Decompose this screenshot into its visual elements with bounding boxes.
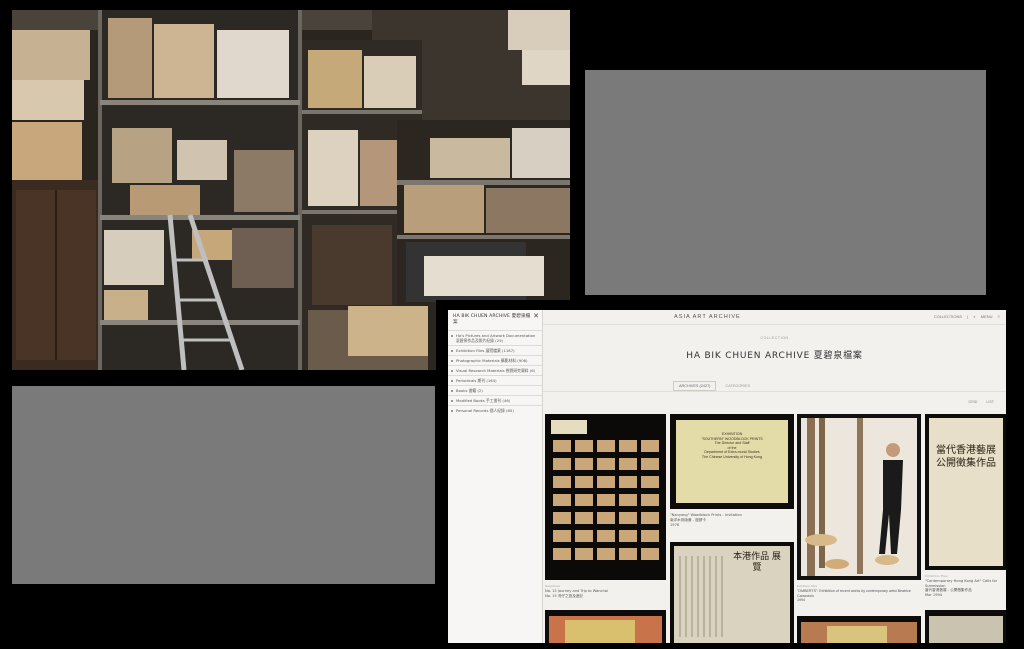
nav-collections[interactable]: COLLECTIONS <box>934 314 962 319</box>
search-icon[interactable]: ⌕ <box>973 314 975 319</box>
archive-tabs: ARCHIVES (2427) CATEGORIES <box>673 381 758 391</box>
item-caption[interactable]: Exhibition Files "OMBERTS": Exhibition o… <box>797 584 921 603</box>
item-thumbnail-colored[interactable] <box>797 616 921 643</box>
nav-menu[interactable]: MENU <box>981 314 993 319</box>
item-caption[interactable]: "Nanyang" Woodblock Prints - Invitation … <box>670 513 794 527</box>
main-content: ASIA ART ARCHIVE COLLECTIONS | ⌕ MENU ≡ … <box>543 310 1006 643</box>
top-nav: COLLECTIONS | ⌕ MENU ≡ <box>930 314 1000 319</box>
invitation-text: EXHIBITION "SOUTHERN" WOODBLOCK PRINTS T… <box>701 432 763 459</box>
item-thumbnail-colored[interactable] <box>545 610 666 643</box>
sidebar-category-list: Ha's Pictures and Artwork Documentation … <box>448 330 542 415</box>
menu-icon[interactable]: ≡ <box>998 314 1000 319</box>
archive-website-page: HA BIK CHUEN ARCHIVE 夏碧泉檔案 ✕ Ha's Pictur… <box>448 310 1006 643</box>
view-grid[interactable]: GRID <box>968 400 977 404</box>
collection-sidebar: HA BIK CHUEN ARCHIVE 夏碧泉檔案 ✕ Ha's Pictur… <box>448 310 543 643</box>
top-bar: ASIA ART ARCHIVE COLLECTIONS | ⌕ MENU ≡ <box>543 310 1006 325</box>
nav-divider: | <box>967 314 969 319</box>
sidebar-item[interactable]: Exhibition Files 展覽檔案 (1187) <box>448 345 542 355</box>
view-list[interactable]: LIST <box>986 400 994 404</box>
archive-website-screenshot: HA BIK CHUEN ARCHIVE 夏碧泉檔案 ✕ Ha's Pictur… <box>436 300 1014 643</box>
page-title: HA BIK CHUEN ARCHIVE 夏碧泉檔案 <box>686 351 863 361</box>
item-thumbnail-contact-sheet[interactable] <box>545 414 666 580</box>
view-options: GRID LIST <box>960 400 994 404</box>
item-thumbnail-poster[interactable]: 當代香港藝展 公開徵集作品 <box>925 414 1006 570</box>
close-icon[interactable]: ✕ <box>533 313 539 320</box>
sidebar-item[interactable]: Visual Research Materials 視覺研究資料 (6) <box>448 365 542 375</box>
item-caption[interactable]: Negatives No. 15 Journey and Trip to Wan… <box>545 584 666 598</box>
sidebar-item[interactable]: Books 書籍 (2) <box>448 385 542 395</box>
sidebar-item[interactable]: Periodicals 期刊 (164) <box>448 375 542 385</box>
sidebar-item[interactable]: Photographic Materials 攝影材料 (906) <box>448 355 542 365</box>
item-thumbnail-exhibition-photo[interactable] <box>797 414 921 580</box>
sidebar-item[interactable]: Ha's Pictures and Artwork Documentation … <box>448 330 542 345</box>
poster-text: 當代香港藝展 公開徵集作品 <box>936 445 996 469</box>
video-placeholder-right <box>585 70 986 295</box>
item-caption[interactable]: Exhibition Files "Contemporary Hong Kong… <box>925 574 1006 598</box>
collection-kicker: COLLECTION <box>760 336 789 340</box>
video-placeholder-left <box>12 386 435 584</box>
item-thumbnail-clipping[interactable] <box>925 610 1006 643</box>
item-thumbnail-invitation[interactable]: EXHIBITION "SOUTHERN" WOODBLOCK PRINTS T… <box>670 414 794 509</box>
tab-categories[interactable]: CATEGORIES <box>721 382 756 390</box>
site-brand[interactable]: ASIA ART ARCHIVE <box>674 314 741 320</box>
sidebar-item[interactable]: Personal Records 個人紀錄 (65) <box>448 405 542 415</box>
item-thumbnail-clipping[interactable]: 本港作品 展覽 <box>670 542 794 643</box>
sidebar-title: HA BIK CHUEN ARCHIVE 夏碧泉檔案 <box>453 314 531 325</box>
sidebar-item[interactable]: Modified Books 手工書刊 (46) <box>448 395 542 405</box>
tab-divider <box>543 391 1006 392</box>
tab-archives[interactable]: ARCHIVES (2427) <box>673 381 717 391</box>
